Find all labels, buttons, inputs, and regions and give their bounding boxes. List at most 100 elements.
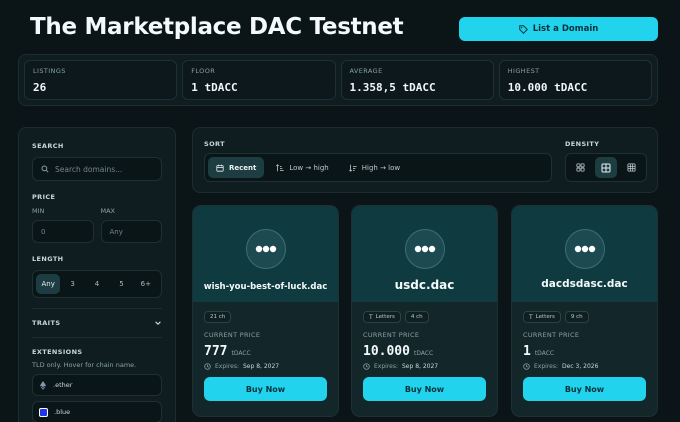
price-unit: tDACC <box>413 350 434 357</box>
sort-option-label: Low → high <box>289 163 329 172</box>
min-label: MIN <box>32 207 45 215</box>
clock-icon <box>204 363 211 370</box>
search-icon <box>41 165 49 173</box>
buy-now-button[interactable]: Buy Now <box>523 377 646 401</box>
length-selector: Any 3 4 5 6+ <box>32 270 162 298</box>
buy-now-button[interactable]: Buy Now <box>204 377 327 401</box>
sort-ascending-icon <box>276 163 284 171</box>
stat-label: HIGHEST <box>507 67 540 75</box>
density-large-button[interactable] <box>569 157 592 178</box>
stat-value: 1.358,5 tDACC <box>349 81 436 94</box>
expires-label: Expires: <box>374 363 398 370</box>
density-medium-button[interactable] <box>594 157 618 178</box>
divider <box>32 308 162 309</box>
expires-date: Sep 8, 2027 <box>402 363 439 370</box>
stat-floor: FLOOR 1 tDACC <box>182 60 336 100</box>
max-label: MAX <box>100 207 116 215</box>
dac-logo-icon <box>245 229 286 269</box>
price-value: 1 <box>523 344 531 359</box>
extension-blue[interactable]: .blue <box>32 401 162 422</box>
domain-card[interactable]: dacdsdasc.dac T Letters 9 ch CURRENT PRI… <box>511 205 658 417</box>
expires-label: Expires: <box>215 363 239 370</box>
grid-icon <box>601 163 611 172</box>
extensions-hint: TLD only. Hover for chain name. <box>32 361 137 369</box>
clock-icon <box>523 363 530 370</box>
sort-descending-icon <box>348 164 357 172</box>
sort-high-low[interactable]: High → low <box>341 157 408 178</box>
domain-card[interactable]: wish-you-best-of-luck.dac 21 ch CURRENT … <box>192 205 339 417</box>
grid-2x2-icon <box>576 163 585 172</box>
card-header: wish-you-best-of-luck.dac <box>193 206 338 302</box>
chevron-down-icon <box>155 321 161 325</box>
stat-label: AVERAGE <box>349 67 383 75</box>
length-option-3[interactable]: 3 <box>60 274 84 294</box>
expires-date: Dec 3, 2026 <box>562 363 599 370</box>
density-selector <box>565 153 647 182</box>
stat-value: 10.000 tDACC <box>507 81 588 94</box>
length-option-4[interactable]: 4 <box>85 274 109 294</box>
search-input[interactable]: Search domains... <box>32 157 162 181</box>
traits-label: TRAITS <box>32 319 61 327</box>
extension-ether[interactable]: .ether <box>32 374 162 396</box>
price-unit: tDACC <box>534 350 555 357</box>
chip-label: Letters <box>375 314 395 320</box>
text-icon: T <box>529 313 533 321</box>
chip-label: Letters <box>535 314 555 320</box>
letters-chip: T Letters <box>363 311 401 323</box>
page-title: The Marketplace DAC Testnet <box>30 14 404 40</box>
stats-bar: LISTINGS 26 FLOOR 1 tDACC AVERAGE 1.358,… <box>18 54 658 106</box>
current-price-label: CURRENT PRICE <box>523 331 580 339</box>
divider <box>32 337 162 338</box>
length-option-6-plus[interactable]: 6+ <box>134 274 158 294</box>
domain-name: dacdsdasc.dac <box>541 278 628 290</box>
letters-chip: T Letters <box>523 311 561 323</box>
extension-label: .blue <box>54 408 71 416</box>
dac-logo-icon <box>404 229 445 269</box>
tag-icon <box>518 24 528 34</box>
length-chip: 9 ch <box>564 311 589 323</box>
length-label: LENGTH <box>32 255 64 263</box>
traits-toggle[interactable]: TRAITS <box>32 319 162 327</box>
price-value: 10.000 <box>363 344 410 359</box>
length-option-any[interactable]: Any <box>36 274 61 294</box>
domain-name: usdc.dac <box>394 278 455 292</box>
stat-listings: LISTINGS 26 <box>24 60 178 100</box>
current-price-label: CURRENT PRICE <box>204 331 261 339</box>
extensions-label: EXTENSIONS <box>32 348 83 356</box>
clock-icon <box>363 363 370 370</box>
sort-panel: SORT Recent Low → high High → low DENSIT… <box>192 127 658 193</box>
current-price-label: CURRENT PRICE <box>363 331 420 339</box>
stat-value: 26 <box>33 81 47 94</box>
stat-value: 1 tDACC <box>191 81 238 94</box>
sort-low-high[interactable]: Low → high <box>268 157 336 178</box>
search-label: SEARCH <box>32 142 64 150</box>
stat-average: AVERAGE 1.358,5 tDACC <box>340 60 494 100</box>
density-label: DENSITY <box>565 140 600 148</box>
search-placeholder: Search domains... <box>55 164 123 174</box>
price-unit: tDACC <box>231 350 251 357</box>
expires-date: Sep 8, 2027 <box>243 363 280 370</box>
price-label: PRICE <box>32 193 56 201</box>
length-option-5[interactable]: 5 <box>109 274 133 294</box>
max-price-input[interactable]: Any <box>100 220 162 243</box>
min-price-input[interactable]: 0 <box>32 220 94 243</box>
dac-logo-icon <box>564 229 605 269</box>
ethereum-icon <box>40 380 46 390</box>
calendar-icon <box>216 164 224 172</box>
stat-label: LISTINGS <box>33 67 66 75</box>
blue-square-icon <box>39 407 48 417</box>
domain-name: wish-you-best-of-luck.dac <box>203 282 328 292</box>
card-header: dacdsdasc.dac <box>512 206 657 302</box>
length-chip: 4 ch <box>404 311 429 323</box>
domain-card[interactable]: usdc.dac T Letters 4 ch CURRENT PRICE 10… <box>351 205 498 417</box>
sort-recent[interactable]: Recent <box>208 157 265 178</box>
list-domain-button[interactable]: List a Domain <box>459 17 658 41</box>
text-icon: T <box>369 313 373 321</box>
grid-3x3-icon <box>627 163 636 172</box>
buy-now-button[interactable]: Buy Now <box>363 377 486 401</box>
sort-selector: Recent Low → high High → low <box>204 153 552 182</box>
list-domain-label: List a Domain <box>532 24 599 34</box>
expires-label: Expires: <box>534 363 558 370</box>
density-small-button[interactable] <box>620 157 643 178</box>
filter-sidebar: SEARCH Search domains... PRICE MIN MAX 0… <box>18 127 176 422</box>
